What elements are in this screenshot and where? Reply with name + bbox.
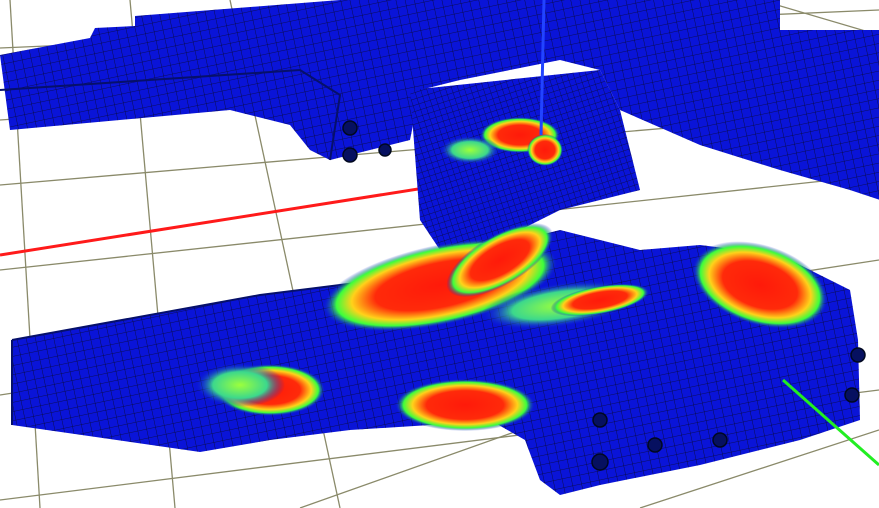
3d-viewport[interactable] (0, 0, 879, 508)
part-central-block (410, 70, 640, 250)
